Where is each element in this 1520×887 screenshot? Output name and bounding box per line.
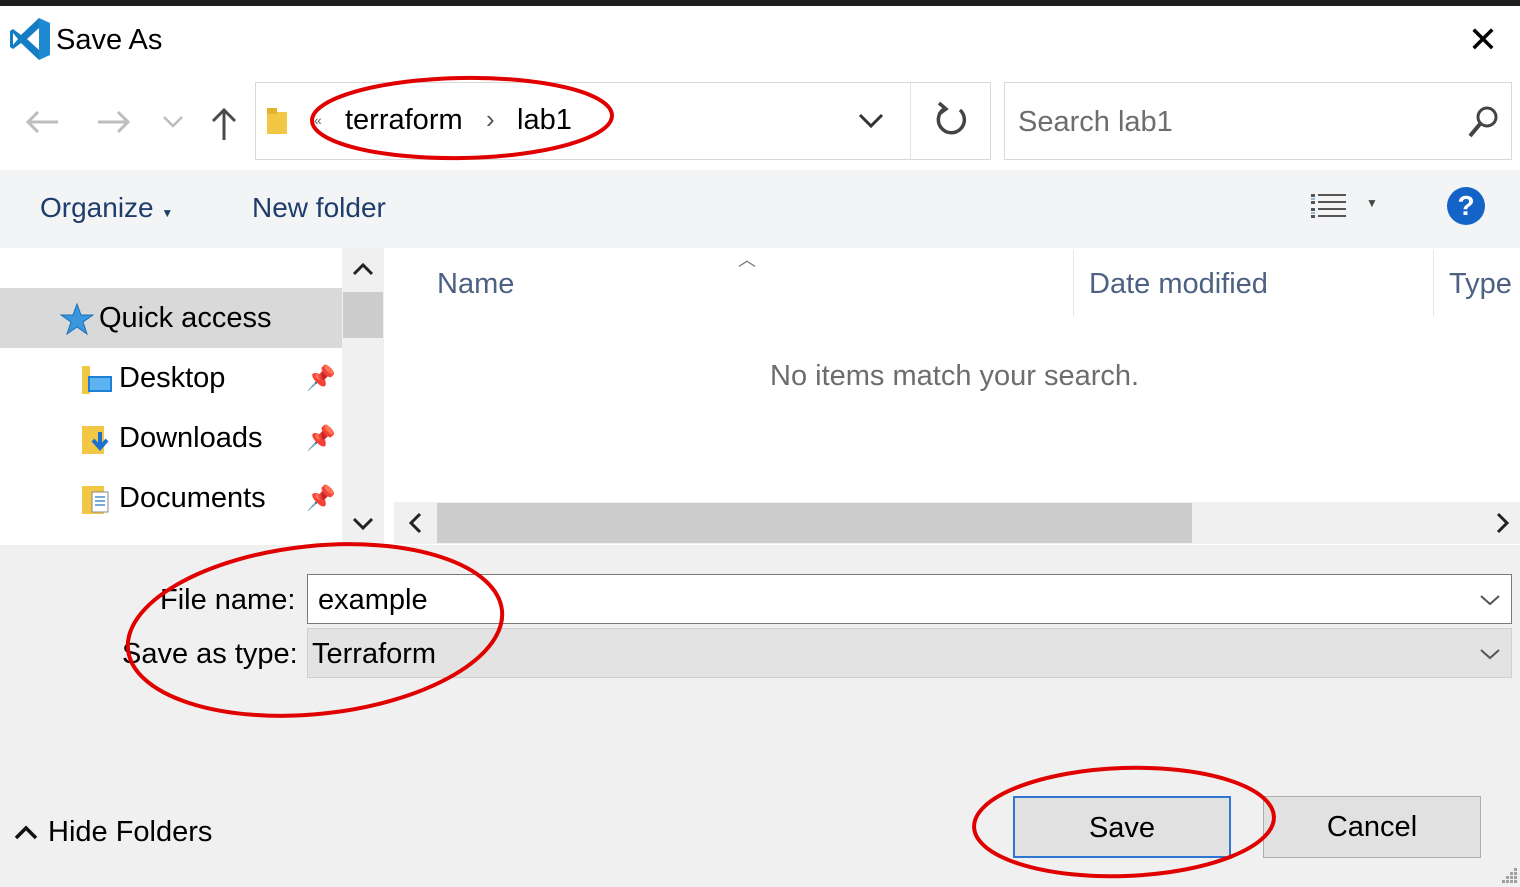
help-icon[interactable]: ? — [1447, 187, 1485, 225]
address-divider — [910, 83, 911, 159]
save-as-type-value: Terraform — [312, 638, 437, 670]
sidebar-item-desktop[interactable]: Desktop 📌 — [0, 348, 342, 408]
breadcrumb-terraform[interactable]: terraform — [345, 104, 463, 137]
scroll-left-arrow-icon[interactable] — [398, 504, 434, 542]
search-icon[interactable] — [1466, 104, 1500, 140]
pin-icon[interactable]: 📌 — [306, 424, 336, 453]
empty-list-message: No items match your search. — [770, 360, 1140, 392]
desktop-folder-icon — [82, 366, 112, 394]
column-header-name[interactable]: Name — [437, 268, 514, 301]
scroll-right-arrow-icon[interactable] — [1484, 504, 1520, 542]
forward-arrow-icon[interactable] — [96, 108, 132, 136]
close-button[interactable]: ✕ — [1462, 20, 1504, 62]
window-title: Save As — [56, 24, 163, 56]
organize-button[interactable]: Organize ▼ — [40, 192, 173, 224]
sidebar-item-documents[interactable]: Documents 📌 — [0, 468, 342, 528]
breadcrumb-lab1[interactable]: lab1 — [517, 104, 572, 137]
star-icon — [60, 302, 94, 336]
file-name-input[interactable] — [318, 580, 1458, 620]
folder-icon — [267, 108, 287, 134]
refresh-icon[interactable] — [930, 98, 974, 142]
file-list — [384, 248, 1520, 545]
command-toolbar — [0, 170, 1520, 248]
scroll-up-arrow-icon[interactable] — [342, 250, 384, 288]
scrollbar-thumb[interactable] — [343, 292, 383, 338]
breadcrumb-separator-icon[interactable]: › — [486, 104, 495, 135]
cancel-button[interactable]: Cancel — [1263, 796, 1481, 858]
file-name-label: File name: — [160, 584, 296, 616]
save-as-type-select[interactable] — [307, 628, 1512, 678]
sidebar-item-label: Downloads — [119, 422, 263, 454]
documents-folder-icon — [82, 486, 109, 514]
save-as-type-chevron-icon[interactable] — [1478, 646, 1502, 662]
caret-down-icon: ▼ — [161, 206, 174, 220]
pin-icon[interactable]: 📌 — [306, 484, 336, 513]
sort-caret-up-icon: ︿ — [738, 250, 756, 270]
column-divider[interactable] — [1073, 250, 1074, 316]
sidebar-item-downloads[interactable]: Downloads 📌 — [0, 408, 342, 468]
back-arrow-icon[interactable] — [24, 108, 60, 136]
new-folder-button[interactable]: New folder — [252, 192, 386, 224]
horizontal-scrollbar-thumb[interactable] — [437, 503, 1192, 543]
save-button[interactable]: Save — [1013, 796, 1231, 858]
save-as-type-label: Save as type: — [122, 638, 298, 670]
column-divider[interactable] — [1433, 250, 1434, 316]
view-options-caret-icon[interactable]: ▼ — [1366, 196, 1378, 210]
address-dropdown-chevron-icon[interactable] — [854, 100, 888, 140]
navigation-pane: Quick access Desktop 📌 Downloads 📌 Docum… — [0, 248, 342, 545]
sidebar-item-label: Documents — [119, 482, 266, 514]
breadcrumb-overflow-icon[interactable]: « — [314, 112, 322, 128]
recent-locations-chevron-icon[interactable] — [162, 114, 184, 130]
details-view-icon[interactable] — [1310, 192, 1348, 222]
downloads-folder-icon — [82, 426, 109, 454]
sidebar-item-quick-access[interactable]: Quick access — [0, 288, 342, 348]
up-arrow-icon[interactable] — [210, 106, 238, 142]
scroll-down-arrow-icon[interactable] — [342, 505, 384, 543]
resize-grip-icon[interactable] — [1498, 864, 1518, 884]
pin-icon[interactable]: 📌 — [306, 364, 336, 393]
title-bar — [0, 6, 1520, 76]
column-header-date-modified[interactable]: Date modified — [1089, 268, 1268, 301]
file-name-dropdown-chevron-icon[interactable] — [1478, 592, 1502, 608]
organize-label: Organize — [40, 192, 154, 223]
sidebar-item-label: Quick access — [99, 302, 272, 334]
column-header-type[interactable]: Type — [1449, 268, 1512, 301]
sidebar-item-label: Desktop — [119, 362, 226, 394]
hide-folders-label: Hide Folders — [48, 816, 213, 848]
vscode-icon — [10, 18, 50, 60]
chevron-up-icon — [14, 825, 38, 840]
search-input[interactable] — [1018, 100, 1438, 144]
